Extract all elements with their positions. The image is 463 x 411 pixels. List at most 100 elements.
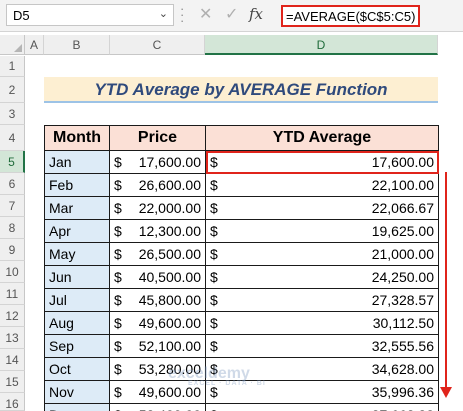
month-cell[interactable]: Jul: [44, 288, 110, 312]
ytd-average-cell[interactable]: $21,000.00: [205, 242, 439, 266]
column-header-d[interactable]: D: [205, 35, 438, 55]
price-cell[interactable]: $49,600.00: [109, 311, 206, 335]
currency-symbol: $: [210, 292, 218, 308]
ytd-value: 22,066.67: [371, 200, 434, 216]
insert-function-icon[interactable]: fx: [249, 5, 263, 23]
more-options-icon[interactable]: · · ·: [180, 2, 184, 27]
formula-bar: D5 ⌄ · · · ✕ ✓ fx =AVERAGE($C$5:C5): [0, 0, 463, 32]
chevron-down-icon[interactable]: ⌄: [159, 7, 168, 20]
formula-text: =AVERAGE($C$5:C5): [286, 9, 416, 24]
currency-symbol: $: [114, 315, 122, 331]
table-row: Feb $26,600.00 $22,100.00: [44, 173, 439, 197]
ytd-average-cell[interactable]: $30,112.50: [205, 311, 439, 335]
ytd-value: 34,628.00: [371, 361, 434, 377]
row-header-11[interactable]: 11: [0, 283, 25, 305]
price-value: 17,600.00: [138, 154, 201, 170]
price-cell[interactable]: $52,400.00: [109, 403, 206, 411]
ytd-average-cell[interactable]: $37,663.33: [205, 403, 439, 411]
price-value: 22,000.00: [138, 200, 201, 216]
price-header[interactable]: Price: [109, 125, 206, 151]
ytd-average-cell[interactable]: $19,625.00: [205, 219, 439, 243]
price-cell[interactable]: $12,300.00: [109, 219, 206, 243]
row-header-9[interactable]: 9: [0, 239, 25, 261]
price-cell[interactable]: $45,800.00: [109, 288, 206, 312]
cancel-icon[interactable]: ✕: [199, 4, 212, 24]
ytd-value: 35,996.36: [371, 384, 434, 400]
row-header-4[interactable]: 4: [0, 125, 25, 151]
price-cell[interactable]: $52,100.00: [109, 334, 206, 358]
row-header-5[interactable]: 5: [0, 151, 25, 173]
formula-input[interactable]: =AVERAGE($C$5:C5): [281, 5, 420, 27]
ytd-average-cell[interactable]: $22,066.67: [205, 196, 439, 220]
ytd-average-header[interactable]: YTD Average: [205, 125, 439, 151]
column-header-a[interactable]: A: [25, 35, 44, 55]
price-value: 12,300.00: [138, 223, 201, 239]
price-cell[interactable]: $17,600.00: [109, 150, 206, 174]
row-header-7[interactable]: 7: [0, 195, 25, 217]
row-header-8[interactable]: 8: [0, 217, 25, 239]
currency-symbol: $: [210, 154, 218, 170]
currency-symbol: $: [114, 292, 122, 308]
price-value: 45,800.00: [138, 292, 201, 308]
select-all-corner[interactable]: [0, 35, 25, 55]
name-box-value: D5: [13, 8, 30, 23]
table-row: May $26,500.00 $21,000.00: [44, 242, 439, 266]
row-header-10[interactable]: 10: [0, 261, 25, 283]
name-box[interactable]: D5 ⌄: [6, 4, 174, 26]
currency-symbol: $: [210, 200, 218, 216]
ytd-average-cell[interactable]: $24,250.00: [205, 265, 439, 289]
ytd-value: 19,625.00: [371, 223, 434, 239]
table-row: Jul $45,800.00 $27,328.57: [44, 288, 439, 312]
price-value: 26,600.00: [138, 177, 201, 193]
month-cell[interactable]: Jan: [44, 150, 110, 174]
watermark-tagline: EXCEL · DATA · BI: [188, 380, 266, 387]
column-header-c[interactable]: C: [110, 35, 205, 55]
price-value: 26,500.00: [138, 246, 201, 262]
currency-symbol: $: [210, 269, 218, 285]
ytd-value: 27,328.57: [371, 292, 434, 308]
table-row: Mar $22,000.00 $22,066.67: [44, 196, 439, 220]
price-value: 52,100.00: [138, 338, 201, 354]
month-cell[interactable]: Feb: [44, 173, 110, 197]
column-header-b[interactable]: B: [44, 35, 110, 55]
month-cell[interactable]: Oct: [44, 357, 110, 381]
enter-icon[interactable]: ✓: [225, 4, 238, 24]
row-header-3[interactable]: 3: [0, 103, 25, 125]
month-cell[interactable]: Apr: [44, 219, 110, 243]
watermark-logo: exceldemy EXCEL · DATA · BI: [168, 365, 266, 387]
ytd-value: 32,555.56: [371, 338, 434, 354]
currency-symbol: $: [114, 384, 122, 400]
row-header-15[interactable]: 15: [0, 371, 25, 393]
row-header-12[interactable]: 12: [0, 305, 25, 327]
ytd-average-cell[interactable]: $32,555.56: [205, 334, 439, 358]
ytd-average-cell[interactable]: $17,600.00: [205, 150, 439, 174]
ytd-average-cell[interactable]: $22,100.00: [205, 173, 439, 197]
month-header[interactable]: Month: [44, 125, 110, 151]
price-value: 49,600.00: [138, 315, 201, 331]
row-header-2[interactable]: 2: [0, 77, 25, 103]
table-row: Jun $40,500.00 $24,250.00: [44, 265, 439, 289]
month-cell[interactable]: Dec: [44, 403, 110, 411]
price-value: 40,500.00: [138, 269, 201, 285]
month-cell[interactable]: Nov: [44, 380, 110, 404]
row-header-6[interactable]: 6: [0, 173, 25, 195]
month-cell[interactable]: Jun: [44, 265, 110, 289]
sheet-title[interactable]: YTD Average by AVERAGE Function: [44, 77, 438, 103]
month-cell[interactable]: Aug: [44, 311, 110, 335]
row-header-13[interactable]: 13: [0, 327, 25, 349]
price-cell[interactable]: $40,500.00: [109, 265, 206, 289]
row-header-14[interactable]: 14: [0, 349, 25, 371]
price-cell[interactable]: $26,600.00: [109, 173, 206, 197]
price-cell[interactable]: $22,000.00: [109, 196, 206, 220]
currency-symbol: $: [114, 338, 122, 354]
currency-symbol: $: [210, 223, 218, 239]
month-cell[interactable]: May: [44, 242, 110, 266]
formula-bar-buttons: ✕ ✓ fx: [195, 4, 275, 26]
currency-symbol: $: [114, 246, 122, 262]
row-header-16[interactable]: 16: [0, 393, 25, 411]
month-cell[interactable]: Mar: [44, 196, 110, 220]
month-cell[interactable]: Sep: [44, 334, 110, 358]
row-header-1[interactable]: 1: [0, 56, 25, 77]
ytd-average-cell[interactable]: $27,328.57: [205, 288, 439, 312]
price-cell[interactable]: $26,500.00: [109, 242, 206, 266]
